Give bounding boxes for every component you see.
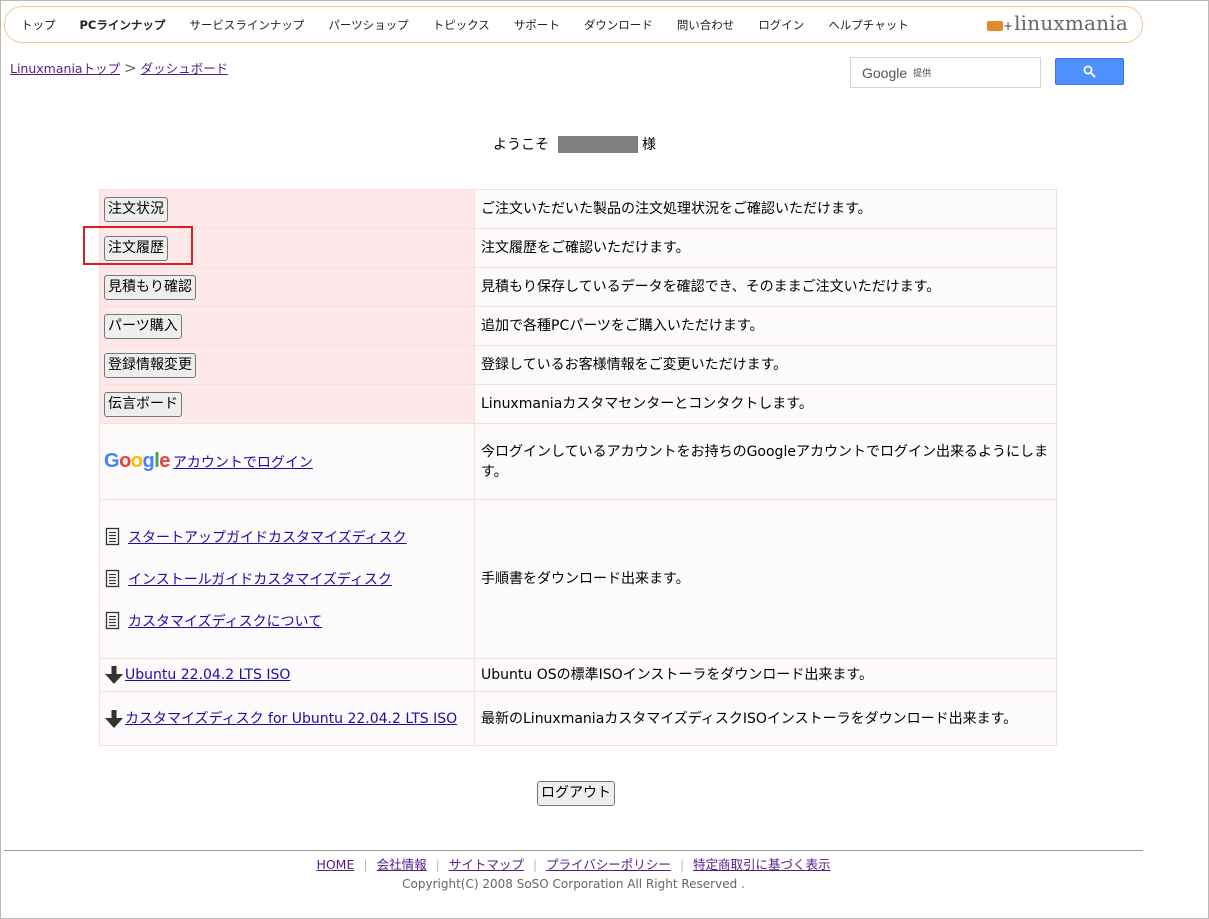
footer-divider xyxy=(4,850,1143,851)
welcome-message: ようこそ 様 xyxy=(493,134,656,154)
ubuntu-iso-desc: Ubuntu OSの標準ISOインストーラをダウンロード出来ます。 xyxy=(474,658,1057,692)
parts-purchase-desc: 追加で各種PCパーツをご購入いただけます。 xyxy=(474,306,1057,346)
welcome-suffix: 様 xyxy=(642,137,656,153)
order-history-button[interactable]: 注文履歴 xyxy=(104,235,168,261)
masked-user-name xyxy=(558,135,638,153)
menu-row-parts: パーツ購入 追加で各種PCパーツをご購入いただけます。 xyxy=(99,306,1057,346)
document-icon xyxy=(105,569,120,588)
nav-item-contact[interactable]: 問い合わせ xyxy=(665,17,747,33)
menu-row-order-status: 注文状況 ご注文いただいた製品の注文処理状況をご確認いただけます。 xyxy=(99,189,1057,229)
menu-row-quote: 見積もり確認 見積もり保存しているデータを確認でき、そのままご注文いただけます。 xyxy=(99,267,1057,307)
nav-item-login[interactable]: ログイン xyxy=(746,17,816,33)
footer-separator: | xyxy=(363,857,368,872)
parts-purchase-button[interactable]: パーツ購入 xyxy=(104,313,182,339)
footer-home-link[interactable]: HOME xyxy=(316,857,354,872)
menu-row-profile: 登録情報変更 登録しているお客様情報をご変更いただけます。 xyxy=(99,345,1057,385)
footer-separator: | xyxy=(679,857,685,872)
google-login-link[interactable]: アカウントでログイン xyxy=(173,452,313,472)
doc-item: スタートアップガイドカスタマイズディスク xyxy=(104,516,470,558)
search-provided-label: 提供 xyxy=(913,69,932,79)
order-status-button[interactable]: 注文状況 xyxy=(104,196,168,222)
nav-item-topics[interactable]: トピックス xyxy=(421,17,502,33)
menu-row-message-board: 伝言ボード Linuxmaniaカスタマセンターとコンタクトします。 xyxy=(99,384,1057,424)
about-customize-disk-link[interactable]: カスタマイズディスクについて xyxy=(128,611,322,631)
menu-row-docs: スタートアップガイドカスタマイズディスク インストールガイドカスタマイズディスク xyxy=(99,499,1057,659)
google-logo-letter: o xyxy=(119,450,131,472)
message-board-button[interactable]: 伝言ボード xyxy=(104,391,182,417)
nav-item-top[interactable]: トップ xyxy=(9,17,68,33)
document-icon xyxy=(105,527,120,546)
install-guide-link[interactable]: インストールガイドカスタマイズディスク xyxy=(128,569,392,589)
search-input[interactable]: Google 提供 xyxy=(850,57,1041,88)
google-logo-letter: o xyxy=(130,450,143,472)
search-button[interactable] xyxy=(1055,58,1124,85)
top-nav: トップ PCラインナップ サービスラインナップ パーツショップ トピックス サポ… xyxy=(4,6,1143,43)
dashboard-menu-table: 注文状況 ご注文いただいた製品の注文処理状況をご確認いただけます。 注文履歴 注… xyxy=(99,189,1057,746)
nav-item-pc-lineup[interactable]: PCラインナップ xyxy=(68,17,178,33)
menu-row-ubuntu-iso: Ubuntu 22.04.2 LTS ISO Ubuntu OSの標準ISOイン… xyxy=(99,658,1057,692)
quote-check-desc: 見積もり保存しているデータを確認でき、そのままご注文いただけます。 xyxy=(474,267,1057,307)
google-logo-letter: g xyxy=(142,450,155,472)
site-logo[interactable]: + linuxmania xyxy=(987,11,1128,35)
startup-guide-link[interactable]: スタートアップガイドカスタマイズディスク xyxy=(128,527,407,547)
google-logo-letter: G xyxy=(104,450,120,472)
download-arrow-icon xyxy=(105,709,123,728)
download-arrow-icon xyxy=(105,666,123,684)
doc-item: カスタマイズディスクについて xyxy=(104,600,470,642)
breadcrumb-dashboard-link[interactable]: ダッシュボード xyxy=(141,58,229,77)
google-login-desc: 今ログインしているアカウントをお持ちのGoogleアカウントでログイン出来るよう… xyxy=(474,423,1057,500)
footer-separator: | xyxy=(435,857,440,872)
plug-icon xyxy=(987,21,1003,31)
nav-item-parts-shop[interactable]: パーツショップ xyxy=(316,17,420,33)
logo-plus: + xyxy=(1003,19,1014,33)
docs-desc: 手順書をダウンロード出来ます。 xyxy=(474,499,1057,659)
search-brand: Google xyxy=(862,64,908,81)
footer-privacy-link[interactable]: プライバシーポリシー xyxy=(546,857,671,872)
nav-item-service-lineup[interactable]: サービスラインナップ xyxy=(177,17,316,33)
footer-separator: | xyxy=(532,857,538,872)
breadcrumb-separator: > xyxy=(124,58,137,77)
document-icon xyxy=(105,611,120,630)
edit-profile-desc: 登録しているお客様情報をご変更いただけます。 xyxy=(474,345,1057,385)
customize-iso-desc: 最新のLinuxmaniaカスタマイズディスクISOインストーラをダウンロード出… xyxy=(474,691,1057,746)
customize-iso-link[interactable]: カスタマイズディスク for Ubuntu 22.04.2 LTS ISO xyxy=(125,709,470,729)
footer-links: HOME | 会社情報 | サイトマップ | プライバシーポリシー | 特定商取引に基づく表示 xyxy=(0,854,1147,873)
breadcrumb: Linuxmaniaトップ > ダッシュボード xyxy=(10,58,228,77)
footer-company-link[interactable]: 会社情報 xyxy=(377,857,427,872)
google-logo-letter: e xyxy=(159,450,170,472)
logo-text: linuxmania xyxy=(1014,11,1128,35)
nav-item-support[interactable]: サポート xyxy=(502,17,572,33)
edit-profile-button[interactable]: 登録情報変更 xyxy=(104,352,196,378)
ubuntu-iso-link[interactable]: Ubuntu 22.04.2 LTS ISO xyxy=(125,667,290,683)
search-icon xyxy=(1083,65,1096,78)
footer-tokushoho-link[interactable]: 特定商取引に基づく表示 xyxy=(693,857,831,872)
message-board-desc: Linuxmaniaカスタマセンターとコンタクトします。 xyxy=(474,384,1057,424)
welcome-prefix: ようこそ xyxy=(493,137,549,153)
menu-row-google-login: Google アカウントでログイン 今ログインしているアカウントをお持ちのGoo… xyxy=(99,423,1057,500)
logout-button[interactable]: ログアウト xyxy=(537,781,615,806)
order-history-desc: 注文履歴をご確認いただけます。 xyxy=(474,228,1057,268)
quote-check-button[interactable]: 見積もり確認 xyxy=(104,274,196,300)
copyright: Copyright(C) 2008 SoSO Corporation All R… xyxy=(402,877,745,891)
order-status-desc: ご注文いただいた製品の注文処理状況をご確認いただけます。 xyxy=(474,189,1057,229)
nav-item-help-chat[interactable]: ヘルプチャット xyxy=(816,17,920,33)
footer-sitemap-link[interactable]: サイトマップ xyxy=(449,857,524,872)
menu-row-order-history: 注文履歴 注文履歴をご確認いただけます。 xyxy=(99,228,1057,268)
nav-item-download[interactable]: ダウンロード xyxy=(572,17,665,33)
breadcrumb-home-link[interactable]: Linuxmaniaトップ xyxy=(10,58,120,77)
google-logo: Google xyxy=(104,450,170,473)
doc-item: インストールガイドカスタマイズディスク xyxy=(104,558,470,600)
menu-row-customize-iso: カスタマイズディスク for Ubuntu 22.04.2 LTS ISO 最新… xyxy=(99,691,1057,746)
